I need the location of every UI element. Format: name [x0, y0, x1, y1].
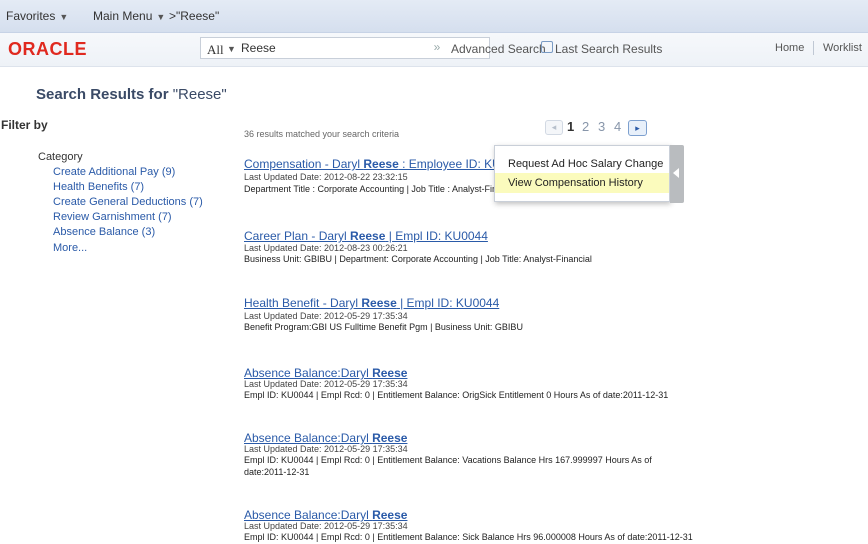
pager-page-2[interactable]: 2	[582, 119, 589, 134]
category-heading: Category	[38, 151, 83, 163]
category-link-absence-balance[interactable]: Absence Balance (3)	[53, 226, 155, 238]
pager-next-button[interactable]: ▸	[628, 120, 647, 136]
search-results-icon[interactable]	[541, 41, 553, 53]
chevron-down-icon: ▼	[156, 12, 166, 22]
result-description: Benefit Program:GBI US Fulltime Benefit …	[244, 322, 523, 332]
page-title-query: "Reese"	[172, 86, 227, 103]
result-updated-date: Last Updated Date: 2012-05-29 17:35:34	[244, 379, 408, 389]
main-menu-label: Main Menu	[93, 9, 153, 23]
result-title-text: Absence Balance:Daryl	[244, 431, 373, 445]
pager-page-1[interactable]: 1	[567, 119, 574, 134]
oracle-logo: ORACLE	[8, 39, 87, 59]
request-salary-change-menu-item[interactable]: Request Ad Hoc Salary Change	[495, 154, 669, 174]
result-title-highlight: Reese	[372, 431, 408, 445]
result-updated-date: Last Updated Date: 2012-08-23 00:26:21	[244, 243, 408, 253]
search-input[interactable]	[237, 38, 425, 58]
category-more-link[interactable]: More...	[53, 242, 87, 254]
result-title-highlight: Reese	[372, 366, 408, 380]
result-title-link[interactable]: Health Benefit - Daryl Reese | Empl ID: …	[244, 296, 499, 310]
result-title-highlight: Reese	[350, 229, 386, 243]
pager-prev-button[interactable]: ◂	[545, 120, 563, 135]
favorites-label: Favorites	[6, 9, 56, 23]
result-title-highlight: Reese	[361, 296, 397, 310]
favorites-menu[interactable]: Favorites ▼	[6, 9, 68, 23]
header-divider	[813, 41, 814, 55]
main-menu[interactable]: Main Menu ▼	[93, 9, 165, 23]
arrow-left-icon	[673, 168, 679, 178]
result-title-text: | Empl ID: KU0044	[385, 229, 488, 243]
search-go-icon[interactable]: »	[429, 40, 445, 56]
category-link-additional-pay[interactable]: Create Additional Pay (9)	[53, 166, 175, 178]
result-updated-date: Last Updated Date: 2012-05-29 17:35:34	[244, 521, 408, 531]
pager-page-4[interactable]: 4	[614, 119, 621, 134]
view-compensation-history-menu-item[interactable]: View Compensation History	[495, 173, 669, 193]
result-title-link[interactable]: Absence Balance:Daryl Reese	[244, 366, 407, 380]
result-title-text: Compensation - Daryl	[244, 157, 364, 171]
page-title: Search Results for "Reese"	[36, 86, 227, 103]
last-search-results-link[interactable]: Last Search Results	[555, 42, 662, 56]
result-title-text: Health Benefit - Daryl	[244, 296, 362, 310]
result-updated-date: Last Updated Date: 2012-05-29 17:35:34	[244, 311, 408, 321]
search-scope-select[interactable]: All	[207, 42, 224, 58]
result-description: Business Unit: GBIBU | Department: Corpo…	[244, 254, 592, 264]
home-link[interactable]: Home	[775, 42, 804, 54]
chevron-down-icon[interactable]: ▼	[227, 44, 236, 54]
breadcrumb[interactable]: >"Reese"	[169, 9, 219, 23]
result-title-text: Absence Balance:Daryl	[244, 508, 373, 522]
filter-by-heading: Filter by	[1, 118, 48, 132]
chevron-down-icon: ▼	[59, 12, 69, 22]
result-description: Empl ID: KU0044 | Empl Rcd: 0 | Entitlem…	[244, 390, 669, 400]
result-description: Department Title : Corporate Accounting …	[244, 184, 505, 194]
page-title-prefix: Search Results for	[36, 86, 173, 103]
pager-page-3[interactable]: 3	[598, 119, 605, 134]
result-description: Empl ID: KU0044 | Empl Rcd: 0 | Entitlem…	[244, 455, 652, 465]
result-title-link[interactable]: Compensation - Daryl Reese : Employee ID…	[244, 157, 528, 171]
result-title-text: Absence Balance:Daryl	[244, 366, 373, 380]
result-updated-date: Last Updated Date: 2012-08-22 23:32:15	[244, 172, 408, 182]
result-updated-date: Last Updated Date: 2012-05-29 17:35:34	[244, 444, 408, 454]
result-title-link[interactable]: Absence Balance:Daryl Reese	[244, 431, 407, 445]
result-title-link[interactable]: Career Plan - Daryl Reese | Empl ID: KU0…	[244, 229, 488, 243]
category-link-health-benefits[interactable]: Health Benefits (7)	[53, 181, 144, 193]
result-title-highlight: Reese	[372, 508, 408, 522]
result-title-text: | Empl ID: KU0044	[396, 296, 500, 310]
worklist-link[interactable]: Worklist	[823, 42, 862, 54]
result-title-link[interactable]: Absence Balance:Daryl Reese	[244, 508, 407, 522]
category-link-general-deductions[interactable]: Create General Deductions (7)	[53, 196, 203, 208]
related-actions-popup: Request Ad Hoc Salary Change View Compen…	[494, 145, 670, 202]
result-description: Empl ID: KU0044 | Empl Rcd: 0 | Entitlem…	[244, 532, 693, 542]
advanced-search-link[interactable]: Advanced Search	[451, 42, 546, 56]
result-description: date:2011-12-31	[244, 467, 310, 477]
category-link-garnishment[interactable]: Review Garnishment (7)	[53, 211, 172, 223]
results-count: 36 results matched your search criteria	[244, 129, 400, 139]
result-title-highlight: Reese	[363, 157, 399, 171]
result-title-text: Career Plan - Daryl	[244, 229, 351, 243]
